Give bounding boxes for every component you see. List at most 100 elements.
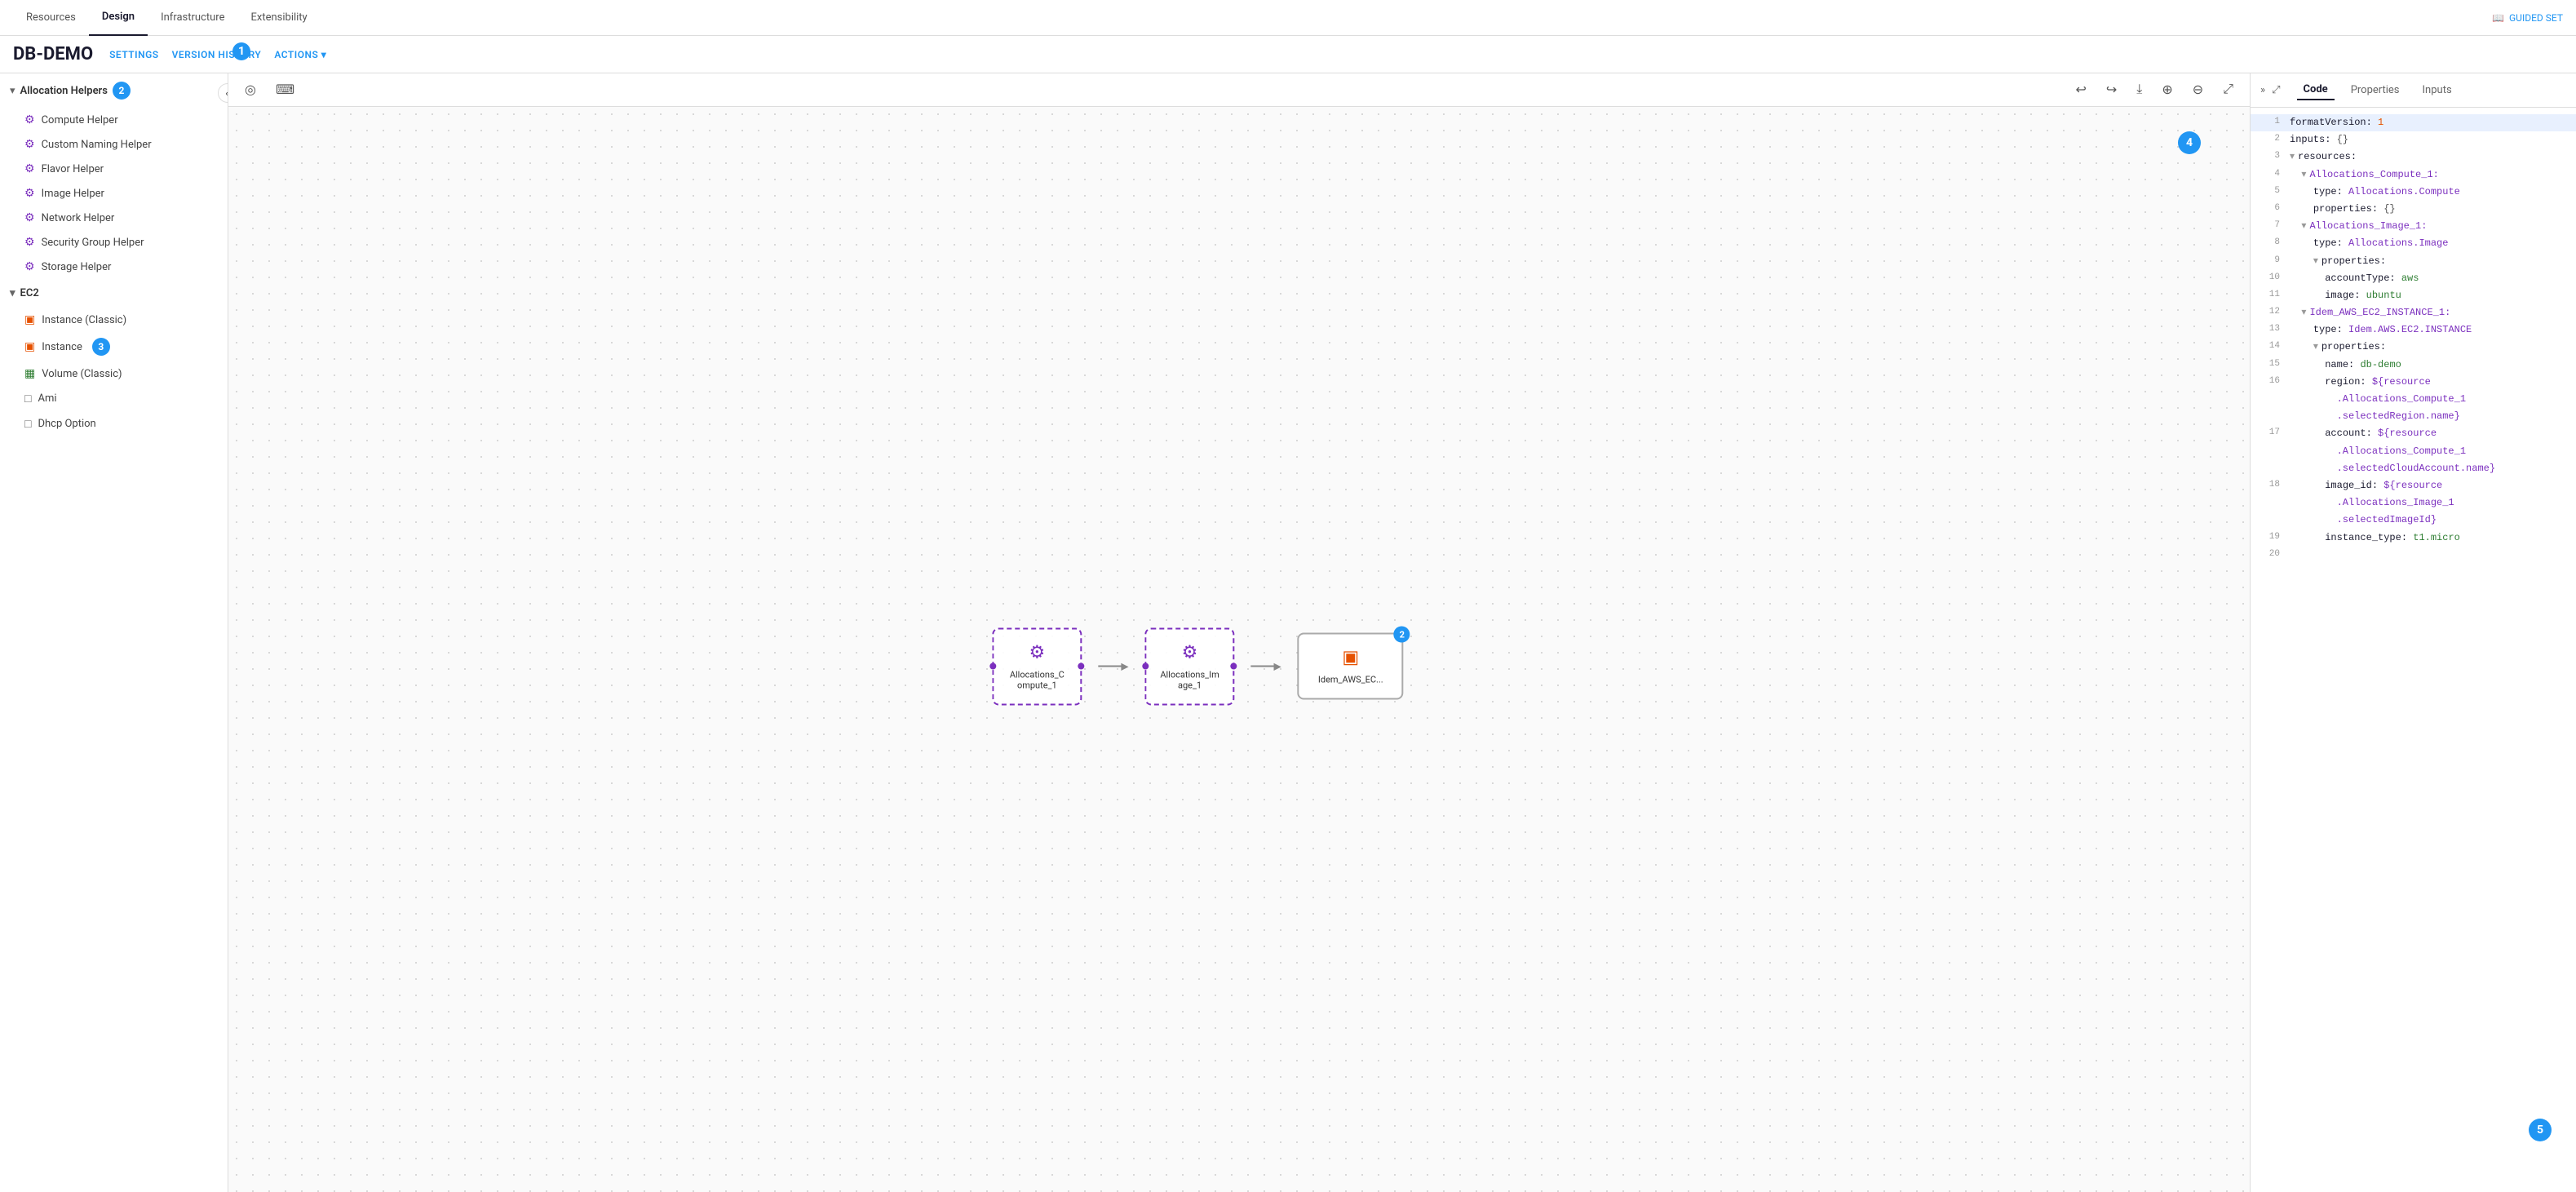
guided-set-link[interactable]: 📖 GUIDED SET — [2492, 12, 2563, 24]
keyboard-btn[interactable]: ⌨ — [269, 78, 301, 101]
nav-resources[interactable]: Resources — [13, 0, 89, 36]
node-ec2-icon: ▣ — [1342, 648, 1359, 668]
code-line-18: 18 image_id: ${resource — [2251, 477, 2576, 494]
sidebar-item-image-helper[interactable]: ⚙ Image Helper — [0, 181, 228, 206]
nav-infrastructure[interactable]: Infrastructure — [148, 0, 237, 36]
sidebar-item-ami[interactable]: □ Ami — [0, 386, 228, 411]
sidebar: « ▾ Allocation Helpers 2 ⚙ Compute Helpe… — [0, 73, 228, 1192]
code-line-4: 4 ▾Allocations_Compute_1: — [2251, 166, 2576, 184]
badge-1: 1 — [232, 42, 250, 60]
node-ec2-label: Idem_AWS_EC... — [1318, 675, 1383, 685]
zoom-in-btn[interactable]: ⊕ — [2155, 78, 2179, 101]
tab-inputs[interactable]: Inputs — [2416, 81, 2459, 100]
node-compute-label: Allocations_Compute_1 — [1010, 669, 1064, 690]
code-line-10: 10 accountType: aws — [2251, 270, 2576, 287]
undo-btn[interactable]: ↩ — [2069, 78, 2092, 101]
book-icon: 📖 — [2492, 12, 2504, 24]
badge-5: 5 — [2529, 1119, 2552, 1141]
sidebar-item-security-group-helper[interactable]: ⚙ Security Group Helper — [0, 230, 228, 255]
code-line-15: 15 name: db-demo — [2251, 357, 2576, 374]
node-allocations-compute[interactable]: ⚙ Allocations_Compute_1 — [992, 627, 1082, 705]
allocation-helpers-badge: 2 — [113, 82, 131, 100]
code-panel: » ⤢ Code Properties Inputs 1 formatVersi… — [2250, 73, 2576, 1192]
tab-properties[interactable]: Properties — [2344, 81, 2406, 100]
page-header: DB-DEMO SETTINGS VERSION HISTORY ACTIONS… — [0, 36, 2576, 73]
section-allocation-helpers[interactable]: ▾ Allocation Helpers 2 — [0, 73, 228, 108]
fullscreen-btn[interactable]: ⤢ — [2216, 79, 2240, 100]
code-line-18b: .Allocations_Image_1 — [2251, 494, 2576, 512]
nav-extensibility[interactable]: Extensibility — [237, 0, 320, 36]
top-nav: Resources Design Infrastructure Extensib… — [0, 0, 2576, 36]
sidebar-item-flavor-helper[interactable]: ⚙ Flavor Helper — [0, 157, 228, 181]
code-panel-header: » ⤢ Code Properties Inputs — [2251, 73, 2576, 108]
header-links: SETTINGS VERSION HISTORY ACTIONS — [109, 49, 326, 60]
code-line-16c: .selectedRegion.name} — [2251, 408, 2576, 425]
badge-4: 4 — [2178, 131, 2201, 154]
volume-classic-icon: ▦ — [24, 367, 35, 380]
dhcp-option-icon: □ — [24, 417, 31, 431]
code-line-16b: .Allocations_Compute_1 — [2251, 391, 2576, 408]
instance-classic-icon: ▣ — [24, 313, 35, 326]
sidebar-item-compute-helper[interactable]: ⚙ Compute Helper — [0, 108, 228, 132]
settings-link[interactable]: SETTINGS — [109, 49, 159, 60]
code-line-2: 2 inputs: {} — [2251, 131, 2576, 148]
node-allocations-image[interactable]: ⚙ Allocations_Image_1 — [1145, 627, 1235, 705]
canvas-toolbar: ◎ ⌨ ↩ ↪ ⤓ ⊕ ⊖ ⤢ — [228, 73, 2250, 107]
arrow-2: ▶ — [1251, 661, 1281, 672]
panel-header-icons: » ⤢ — [2260, 84, 2281, 96]
toolbar-left: ◎ ⌨ — [238, 78, 301, 101]
code-line-19: 19 instance_type: t1.micro — [2251, 530, 2576, 547]
node-compute-icon: ⚙ — [1029, 642, 1045, 662]
toolbar-right: ↩ ↪ ⤓ ⊕ ⊖ ⤢ — [2069, 78, 2240, 101]
arrow-1: ▶ — [1098, 661, 1128, 672]
sidebar-item-network-helper[interactable]: ⚙ Network Helper — [0, 206, 228, 230]
canvas-area[interactable]: ◎ ⌨ ↩ ↪ ⤓ ⊕ ⊖ ⤢ 4 ⚙ Allocations_Compute_… — [228, 73, 2250, 1192]
tab-code[interactable]: Code — [2297, 80, 2335, 100]
compute-helper-icon: ⚙ — [24, 113, 35, 126]
node-idem-aws-ec2[interactable]: 2 ▣ Idem_AWS_EC... — [1298, 633, 1404, 700]
visibility-btn[interactable]: ◎ — [238, 78, 263, 101]
code-line-1: 1 formatVersion: 1 — [2251, 114, 2576, 131]
chevron-down-icon: ▾ — [10, 85, 15, 97]
zoom-out-btn[interactable]: ⊖ — [2186, 78, 2210, 101]
sidebar-item-custom-naming-helper[interactable]: ⚙ Custom Naming Helper — [0, 132, 228, 157]
redo-btn[interactable]: ↪ — [2100, 78, 2123, 101]
section-ec2[interactable]: ▾ EC2 — [0, 279, 228, 308]
storage-helper-icon: ⚙ — [24, 260, 35, 273]
nav-design[interactable]: Design — [89, 0, 148, 36]
node-image-dot-right — [1231, 663, 1237, 670]
code-line-12: 12 ▾Idem_AWS_EC2_INSTANCE_1: — [2251, 304, 2576, 321]
code-line-17: 17 account: ${resource — [2251, 425, 2576, 442]
sidebar-item-dhcp-option[interactable]: □ Dhcp Option — [0, 411, 228, 436]
expand-icon[interactable]: ⤢ — [2272, 84, 2280, 96]
code-line-18c: .selectedImageId} — [2251, 512, 2576, 529]
node-image-label: Allocations_Image_1 — [1160, 669, 1219, 690]
code-editor[interactable]: 1 formatVersion: 1 2 inputs: {} 3 ▾resou… — [2251, 108, 2576, 1192]
node-image-icon: ⚙ — [1182, 642, 1198, 662]
node-dot-left — [989, 663, 996, 670]
code-line-16: 16 region: ${resource — [2251, 374, 2576, 391]
sidebar-item-instance[interactable]: ▣ Instance 3 — [0, 332, 228, 361]
collapse-icon[interactable]: » — [2260, 84, 2265, 96]
flavor-helper-icon: ⚙ — [24, 162, 35, 175]
code-line-5: 5 type: Allocations.Compute — [2251, 184, 2576, 201]
code-line-13: 13 type: Idem.AWS.EC2.INSTANCE — [2251, 321, 2576, 339]
layout-btn[interactable]: ⤓ — [2130, 79, 2149, 100]
chevron-down-icon-ec2: ▾ — [10, 287, 15, 299]
main-layout: « ▾ Allocation Helpers 2 ⚙ Compute Helpe… — [0, 73, 2576, 1192]
code-line-11: 11 image: ubuntu — [2251, 287, 2576, 304]
canvas-content: 4 ⚙ Allocations_Compute_1 ▶ ⚙ — [228, 107, 2250, 1192]
custom-naming-icon: ⚙ — [24, 138, 35, 151]
security-group-icon: ⚙ — [24, 236, 35, 249]
ami-icon: □ — [24, 392, 31, 405]
instance-icon: ▣ — [24, 340, 35, 353]
actions-link[interactable]: ACTIONS — [274, 49, 326, 60]
sidebar-item-instance-classic[interactable]: ▣ Instance (Classic) — [0, 308, 228, 332]
code-line-17b: .Allocations_Compute_1 — [2251, 443, 2576, 460]
node-dot-right — [1078, 663, 1084, 670]
code-line-6: 6 properties: {} — [2251, 201, 2576, 218]
page-title: DB-DEMO — [13, 44, 93, 64]
sidebar-item-volume-classic[interactable]: ▦ Volume (Classic) — [0, 361, 228, 386]
code-line-8: 8 type: Allocations.Image — [2251, 235, 2576, 252]
sidebar-item-storage-helper[interactable]: ⚙ Storage Helper — [0, 255, 228, 279]
